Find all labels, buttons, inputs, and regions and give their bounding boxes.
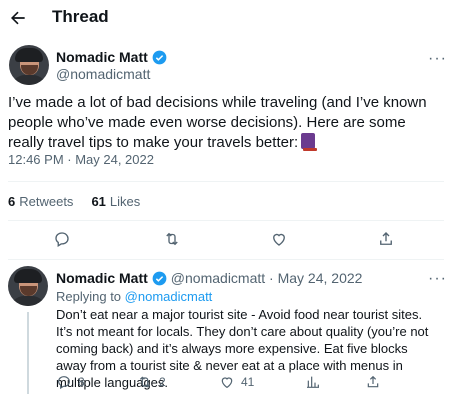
reply-handle-date[interactable]: @nomadicmatt · May 24, 2022 — [171, 270, 363, 286]
retweet-button[interactable]: 2 — [137, 374, 166, 390]
avatar[interactable] — [8, 266, 48, 306]
thread-connector-line — [27, 312, 29, 394]
reply-count: 8 — [78, 375, 85, 389]
author-display-name[interactable]: Nomadic Matt — [56, 49, 148, 65]
like-button[interactable]: 41 — [219, 374, 254, 390]
likes-stat[interactable]: 61 Likes — [91, 194, 140, 209]
replying-to: Replying to @nomadicmatt — [56, 289, 213, 304]
back-button[interactable] — [6, 6, 30, 30]
page-title: Thread — [52, 7, 109, 26]
reply-button[interactable]: 8 — [56, 374, 85, 390]
tweet-stats: 6 Retweets 61 Likes — [8, 194, 140, 209]
retweets-stat[interactable]: 6 Retweets — [8, 194, 73, 209]
tweet-text: I’ve made a lot of bad decisions while t… — [8, 94, 427, 151]
heart-icon — [273, 233, 285, 246]
like-count: 41 — [241, 375, 255, 389]
retweet-count: 2 — [159, 375, 166, 389]
verified-badge-icon — [152, 271, 167, 285]
retweet-icon — [166, 232, 178, 246]
tweet-action-bar — [0, 230, 451, 252]
book-emoji-icon — [301, 133, 318, 151]
share-button[interactable] — [377, 230, 395, 248]
analytics-button[interactable] — [305, 374, 321, 390]
heart-icon — [221, 377, 233, 389]
reply-icon — [58, 376, 70, 390]
verified-badge-icon — [152, 50, 167, 64]
divider — [8, 259, 444, 260]
analytics-icon — [307, 376, 319, 388]
share-icon — [367, 375, 379, 388]
arrow-left-icon — [11, 11, 25, 25]
reply-button[interactable] — [53, 230, 71, 248]
reply-icon — [55, 232, 69, 247]
replying-to-handle[interactable]: @nomadicmatt — [125, 289, 213, 304]
share-icon — [380, 232, 392, 245]
more-options-icon[interactable]: ··· — [428, 51, 447, 67]
author-handle[interactable]: @nomadicmatt — [56, 66, 150, 82]
more-options-icon[interactable]: ··· — [428, 271, 447, 287]
share-button[interactable] — [365, 374, 381, 390]
retweet-icon — [139, 376, 151, 388]
author-name-line: Nomadic Matt — [56, 49, 167, 65]
reply-author-name[interactable]: Nomadic Matt — [56, 270, 148, 286]
avatar[interactable] — [9, 45, 49, 85]
tweet-timestamp[interactable]: 12:46 PM · May 24, 2022 — [8, 152, 154, 167]
reply-author-line: Nomadic Matt @nomadicmatt · May 24, 2022 — [56, 270, 362, 286]
divider — [8, 220, 444, 221]
like-button[interactable] — [270, 230, 288, 248]
thread-header: Thread — [0, 0, 451, 36]
divider — [8, 181, 444, 182]
retweet-button[interactable] — [163, 230, 181, 248]
